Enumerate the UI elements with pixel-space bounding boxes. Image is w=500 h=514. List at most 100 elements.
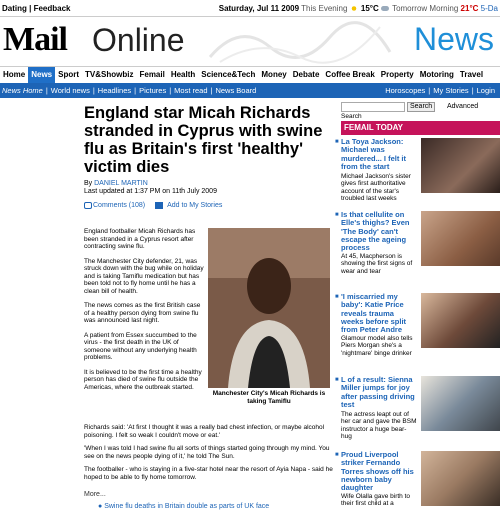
article-paragraph: The footballer - who is staying in a fiv… [84,466,333,481]
author-link[interactable]: DANIEL MARTIN [94,180,148,187]
nav-item-coffee-break[interactable]: Coffee Break [322,67,377,83]
nav-item-money[interactable]: Money [258,67,289,83]
article-headline: England star Micah Richards stranded in … [84,104,323,176]
subnav-item-login[interactable]: Login [477,83,495,98]
separator: | [45,86,48,95]
advanced-search-link[interactable]: Advanced [447,102,478,112]
femail-story-thumbnail[interactable] [421,138,500,193]
femail-story-title[interactable]: L of a result: Sienna Miller jumps for j… [341,375,417,409]
separator: | [134,86,137,95]
separator: | [169,86,172,95]
article-paragraph: 'When I was told I had swine flu all sor… [84,445,330,460]
nav-item-femail[interactable]: Femail [136,67,167,83]
nav-item-motoring[interactable]: Motoring [417,67,457,83]
online-logo[interactable]: Online [92,20,185,60]
masthead: Mail Online News [0,17,500,65]
nav-item-science-tech[interactable]: Science&Tech [198,67,258,83]
subnav-item-news-board[interactable]: News Board [215,83,256,98]
article-paragraph: Richards said: 'At first I thought it wa… [84,424,325,439]
add-to-stories-label: Add to My Stories [167,202,223,210]
person-photo [208,228,330,388]
subnav-item-horoscopes[interactable]: Horoscopes [385,83,425,98]
cloud-icon [380,6,389,12]
sub-nav: News Home | World news | Headlines | Pictures |… [0,83,500,98]
top-bar: Dating | Feedback Saturday, Jul 11 2009 … [0,0,500,17]
separator: | [428,86,431,95]
comment-icon [84,202,92,209]
femail-story-desc: Glamour model also tells Piers Morgan sh… [341,335,413,357]
dating-link[interactable]: Dating [2,4,27,13]
last-updated: Last updated at 1:37 PM on 11th July 200… [84,188,217,195]
femail-story-thumbnail[interactable] [421,293,500,348]
nav-item-tv-showbiz[interactable]: TV&Showbiz [82,67,136,83]
article-paragraph: England footballer Micah Richards has be… [84,228,196,250]
article-paragraph: It is believed to be the first time a he… [84,368,202,391]
nav-item-health[interactable]: Health [168,67,198,83]
subnav-item-most-read[interactable]: Most read [174,83,207,98]
related-link-label: Swine flu deaths in Britain double as pa… [104,503,270,510]
article-paragraph: A patient from Essex succumbed to the vi… [84,331,197,362]
related-link[interactable]: ● Swine flu deaths in Britain double as … [98,503,269,510]
tomorrow-label: Tomorrow Morning [392,4,459,13]
femail-story-thumbnail[interactable] [421,451,500,506]
by-label: By [84,180,93,187]
add-icon [155,202,164,209]
feedback-link[interactable]: Feedback [34,4,71,13]
article-photo [208,228,330,388]
femail-story-title[interactable]: Proud Liverpool striker Fernando Torres … [341,450,417,492]
weather-icon [349,5,358,13]
more-label: More... [84,491,106,498]
nav-item-news[interactable]: News [28,67,56,83]
comments-label: Comments (108) [93,202,146,210]
date: Saturday, Jul 11 2009 [218,4,300,13]
article-paragraph: The Manchester City defender, 21, was st… [84,257,204,295]
comments-link[interactable]: Comments (108) [84,202,149,209]
article-body-left: England footballer Micah Richards has be… [84,228,204,398]
article-actions: Comments (108) Add to My Stories [84,202,230,210]
bullet-icon: ■ [335,377,339,383]
byline: By DANIEL MARTIN [84,180,148,188]
femail-story-thumbnail[interactable] [421,376,500,431]
content-area: England star Micah Richards stranded in … [0,98,500,514]
femail-story-title[interactable]: 'I miscarried my baby': Katie Price reve… [341,292,417,334]
mail-logo[interactable]: Mail [3,20,68,60]
article-paragraph: The news comes as the first British case… [84,302,201,324]
separator: | [210,86,213,95]
femail-story-desc: Wife Olalla gave birth to their first ch… [341,493,411,508]
subnav-item-pictures[interactable]: Pictures [139,83,166,98]
femail-story-desc: At 45, Macpherson is showing the first s… [341,253,413,275]
subnav-item-world-news[interactable]: World news [51,83,90,98]
nav-item-debate[interactable]: Debate [290,67,323,83]
femail-story-desc: The actress leapt out of her car and gav… [341,411,417,440]
section-title: News [413,21,494,57]
femail-story-desc: Michael Jackson's sister gives first aut… [341,173,411,202]
main-nav: Home News Sport TV&Showbiz Femail Health Scien… [0,66,500,83]
nav-item-home[interactable]: Home [0,67,28,83]
nav-item-property[interactable]: Property [378,67,417,83]
nav-item-sport[interactable]: Sport [55,67,82,83]
femail-header: FEMAIL TODAY [341,121,500,135]
search-input[interactable] [341,102,405,112]
search-button[interactable]: Search [407,102,436,112]
femail-story-thumbnail[interactable] [421,211,500,266]
subnav-item-news-home[interactable]: News Home [2,83,43,98]
subnav-item-my-stories[interactable]: My Stories [433,83,468,98]
bullet-icon: ■ [335,294,339,300]
subnav-item-headlines[interactable]: Headlines [98,83,131,98]
article-body-full: Richards said: 'At first I thought it wa… [84,424,334,487]
search-label: Search [341,113,362,120]
add-to-stories-link[interactable]: Add to My Stories [155,202,226,209]
morning-temp: 21°C [460,4,479,13]
femail-story-title[interactable]: Is that cellulite on Elle's thighs? Even… [341,210,417,252]
femail-story-title[interactable]: La Toya Jackson: Michael was murdered...… [341,137,417,171]
nav-item-travel[interactable]: Travel [457,67,486,83]
separator: | [92,86,95,95]
bullet-icon: ■ [335,212,339,218]
evening-temp: 15°C [360,4,379,13]
forecast-link[interactable]: 5-Da [481,4,498,13]
bullet-icon: ■ [335,452,339,458]
separator: | [471,86,474,95]
photo-caption: Manchester City's Micah Richards is taki… [212,390,326,405]
bullet-icon: ■ [335,139,339,145]
this-evening-label: This Evening [301,4,348,13]
